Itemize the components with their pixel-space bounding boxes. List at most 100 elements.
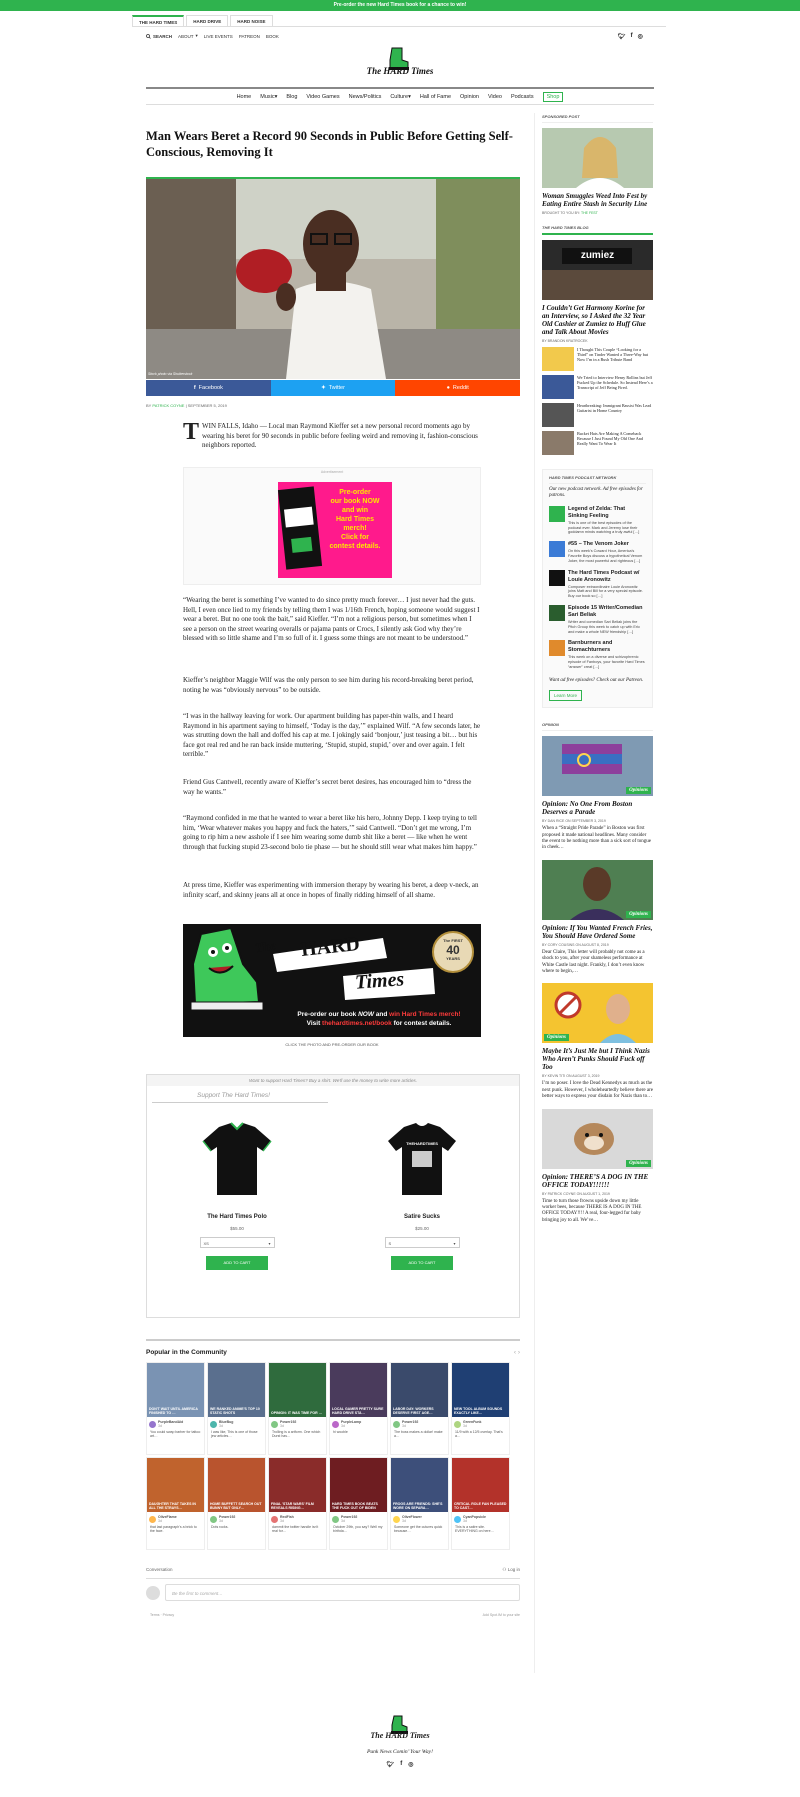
nav-video-games[interactable]: Video Games — [306, 94, 339, 100]
blog-title[interactable]: I Couldn’t Get Harmony Korine for an Int… — [542, 304, 653, 336]
product-price: $55.00 — [230, 1226, 244, 1231]
conversation-section: Conversation ⚇ Log in Be the first to com… — [146, 1567, 520, 1617]
opinion-meta: BY PATRICK COYNE ON AUGUST 1, 2019 — [542, 1191, 610, 1196]
blog-image[interactable]: zumiez — [542, 240, 653, 300]
sponsored-image[interactable] — [542, 128, 653, 188]
author-link[interactable]: PATRICK COYNE — [152, 403, 184, 408]
opinion-image[interactable]: Opinions — [542, 736, 653, 797]
card-user: Power192 3d — [208, 1512, 265, 1524]
podcast-item[interactable]: Legend of Zelda: That Sinking Feeling Thi… — [549, 505, 646, 535]
blog-label: THE HARD TIMES BLOG — [542, 225, 653, 235]
community-card[interactable]: NEW TOOL ALBUM SOUNDS EXACTLY LIKE… Green… — [451, 1362, 510, 1455]
instagram-icon[interactable]: ◎ — [408, 1761, 413, 1768]
live-events-link[interactable]: LIVE EVENTS — [204, 33, 233, 39]
next-arrow-icon[interactable]: › — [518, 1349, 520, 1356]
nav-music[interactable]: Music▾ — [260, 94, 277, 100]
nav-podcasts[interactable]: Podcasts — [511, 94, 534, 100]
podcast-item[interactable]: #55 – The Venom Joker On this week’s Cowa… — [549, 541, 646, 563]
tabs-divider — [132, 26, 666, 27]
instagram-icon[interactable]: ◎ — [638, 33, 643, 40]
community-card[interactable]: LOCAL GAMER PRETTY SURE HARD DRIVE STA… P… — [329, 1362, 388, 1455]
avatar — [271, 1515, 278, 1523]
twitter-icon[interactable]: 🐦︎ — [618, 33, 626, 40]
nav-home[interactable]: Home — [237, 94, 252, 100]
share-reddit-button[interactable]: ● Reddit — [395, 380, 521, 396]
comment-input[interactable]: Be the first to comment… — [165, 1584, 520, 1601]
sponsor-link[interactable]: THE FEST — [581, 211, 598, 215]
podcast-item[interactable]: The Hard Times Podcast w/ Louie Aronowit… — [549, 569, 646, 599]
community-card[interactable]: DAUGHTER THAT TAKES IN ALL THE STRAYS… Ol… — [146, 1457, 205, 1550]
prev-arrow-icon[interactable]: ‹ — [514, 1349, 516, 1356]
card-thumbnail: WE RANKED ANIME'S TOP 10 STATIC SHOTS — [208, 1363, 265, 1417]
announcement-bar[interactable]: Pre-order the new Hard Times book for a … — [0, 0, 800, 11]
about-menu[interactable]: ABOUT ▾ — [178, 33, 198, 39]
card-user: Power192 3d — [330, 1512, 387, 1524]
tab-the-hard-times[interactable]: THE HARD TIMES — [132, 15, 185, 26]
thumb-image — [542, 403, 574, 427]
card-comment: Trolling is a artform. One which Durst h… — [272, 1430, 321, 1439]
share-twitter-button[interactable]: ✦ Twitter — [270, 380, 396, 396]
podcast-item[interactable]: Episode 15 Writer/Comedian Sari Beliak Wr… — [549, 604, 646, 634]
community-card[interactable]: FINAL 'STAR WARS' FILM REVEALS RISING… Re… — [268, 1457, 327, 1550]
blog-mini-item[interactable]: We Tried to Interview Henry Rollins but … — [542, 375, 653, 399]
card-comment: October 29th, you say? Well my birthda… — [333, 1525, 383, 1534]
size-select[interactable]: XS ▾ — [199, 1237, 275, 1248]
book-preorder-banner[interactable]: The HARD Times The FIRST 40 YEARS Pre-orde… — [183, 924, 481, 1037]
sidebar: SPONSORED POST Woman Smuggles Weed Into … — [542, 114, 653, 1224]
nav-blog[interactable]: Blog — [286, 94, 297, 100]
facebook-icon[interactable]: f — [631, 33, 633, 40]
opinion-image[interactable]: Opinions — [542, 1108, 653, 1169]
blog-mini-item[interactable]: I Thought This Couple “Looking for a Thi… — [542, 347, 653, 371]
nav-opinion[interactable]: Opinion — [460, 94, 479, 100]
blog-mini-item[interactable]: Bucket Hats Are Making A Comeback Becaus… — [542, 431, 653, 455]
opinion-title[interactable]: Maybe It’s Just Me but I Think Nazis Who… — [542, 1047, 653, 1071]
nav-news-politics[interactable]: News/Politics — [349, 94, 382, 100]
login-link[interactable]: ⚇ Log in — [502, 1567, 520, 1573]
opinion-image[interactable]: Opinions — [542, 983, 653, 1044]
privacy-link[interactable]: Privacy — [163, 1613, 174, 1617]
community-card[interactable]: WE RANKED ANIME'S TOP 10 STATIC SHOTS Blu… — [207, 1362, 266, 1455]
size-select[interactable]: S ▾ — [384, 1237, 460, 1248]
opinion-title[interactable]: Opinion: THERE’S A DOG IN THE OFFICE TOD… — [542, 1173, 653, 1189]
site-logo[interactable]: The HARD Times — [364, 46, 436, 82]
community-card[interactable]: CRITICAL ROLE FAN PLEASED TO CAST… CyanPo… — [451, 1457, 510, 1550]
community-card[interactable]: OPINION: IT WAS TIME FOR … Power192 3d Trol… — [268, 1362, 327, 1455]
nav-culture[interactable]: Culture▾ — [390, 94, 411, 100]
community-card[interactable]: HOME BUFFETT SEARCH OUT BUNNY BUT ONLY… P… — [207, 1457, 266, 1550]
opinion-image[interactable]: Opinions — [542, 859, 653, 920]
facebook-icon[interactable]: f — [400, 1761, 402, 1768]
card-user: CyanPopsicle 3d — [452, 1512, 509, 1524]
podcast-item[interactable]: Barnburners and Stomachturners This week … — [549, 640, 646, 669]
card-headline: DAUGHTER THAT TAKES IN ALL THE STRAYS… — [149, 1502, 196, 1510]
opinion-title[interactable]: Opinion: If You Wanted French Fries, You… — [542, 924, 653, 940]
patreon-link[interactable]: PATREON — [239, 33, 260, 39]
learn-more-button[interactable]: Learn More — [549, 690, 583, 702]
nav-hall-of-fame[interactable]: Hall of Fame — [420, 94, 451, 100]
nav-video[interactable]: Video — [488, 94, 502, 100]
footer-logo[interactable]: The HARD Times — [364, 1715, 436, 1745]
avatar — [210, 1515, 217, 1523]
opinion-title[interactable]: Opinion: No One From Boston Deserves a P… — [542, 800, 653, 816]
twitter-icon[interactable]: 🐦︎ — [387, 1761, 395, 1768]
nav-shop[interactable]: Shop — [542, 91, 564, 102]
search-button[interactable]: SEARCH — [146, 33, 172, 39]
chevron-down-icon: ▾ — [195, 33, 198, 38]
terms-link[interactable]: Terms — [150, 1613, 160, 1617]
blog-mini-item[interactable]: Heartbreaking: Immigrant Bassist Was Lea… — [542, 403, 653, 427]
community-card[interactable]: FROGS ARE FRIENDS: SHE'S WORE ON SEPARA…… — [390, 1457, 449, 1550]
book-link[interactable]: BOOK — [266, 33, 279, 39]
reddit-icon: ● — [446, 385, 450, 391]
add-to-cart-button[interactable]: ADD TO CART — [206, 1256, 268, 1270]
community-card[interactable]: HARD TIMES BOOK BEATS THE FUCK OUT OF BI… — [329, 1457, 388, 1550]
inline-ad[interactable]: Advertisement Pre-order our book NOW and w… — [183, 467, 481, 585]
tab-hard-noise[interactable]: HARD NOISE — [230, 15, 273, 26]
card-time: 3d — [341, 1519, 345, 1523]
community-card[interactable]: DON'T WAIT UNTIL AMERICA FINISHED TO … Pu… — [146, 1362, 205, 1455]
tab-hard-drive[interactable]: HARD DRIVE — [186, 15, 229, 26]
product-card: THEHARDTIMES Satire Sucks $25.00 S ▾ ADD … — [362, 1119, 482, 1270]
community-card[interactable]: LABOR DAY: WORKERS DESERVE FIRST AGE… Pow… — [390, 1362, 449, 1455]
share-facebook-button[interactable]: f Facebook — [146, 380, 271, 396]
add-to-cart-button[interactable]: ADD TO CART — [391, 1256, 453, 1270]
spot-im-link[interactable]: Add Spot.IM to your site — [483, 1613, 520, 1617]
sponsored-title[interactable]: Woman Smuggles Weed Into Fest by Eating … — [542, 192, 653, 208]
